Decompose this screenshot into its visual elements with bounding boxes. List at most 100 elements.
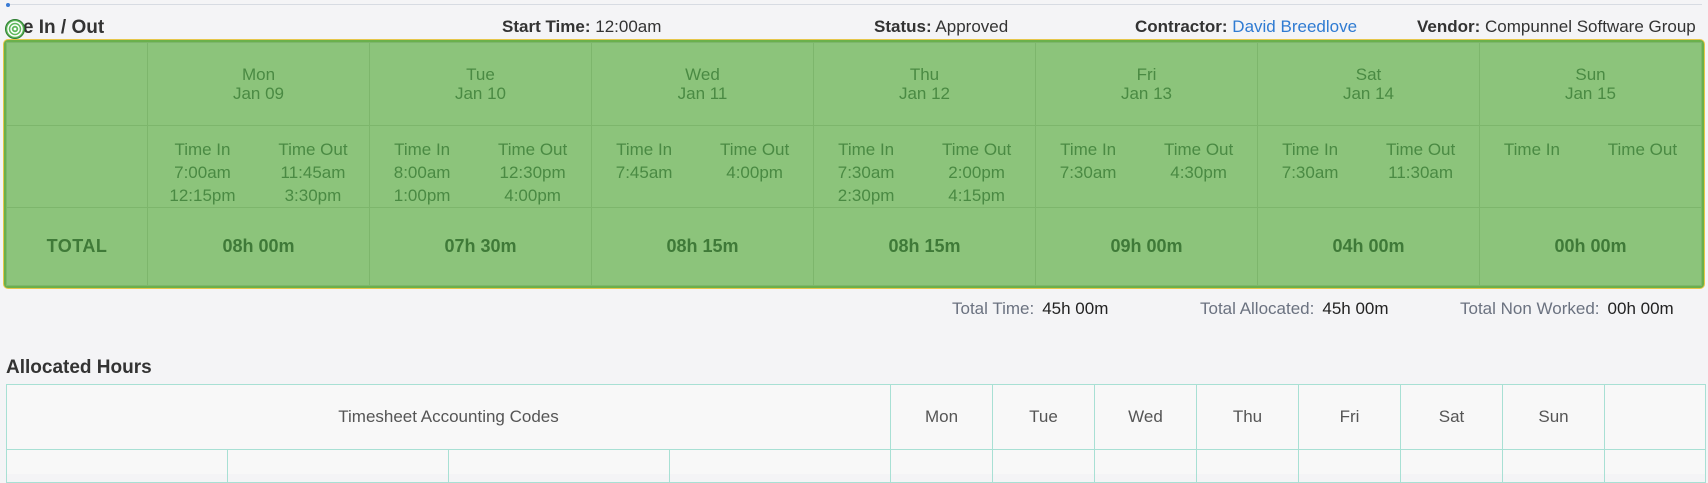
time-out-label: Time Out [497,140,568,159]
time-in-value[interactable]: 7:30am [1060,161,1117,184]
time-in-column: Time In 7:00am 12:15pm [169,138,235,207]
time-entries-thu: Time In 7:30am 2:30pm Time Out 2:00pm 4:15pm [813,125,1036,208]
day-name: Sun [1575,65,1606,84]
weekly-time-grid[interactable]: Mon Jan 09 Tue Jan 10 Wed Jan 11 Thu Jan 12 … [4,40,1704,288]
time-in-value[interactable]: 1:00pm [394,184,451,207]
corner-cell [6,42,148,126]
time-out-value[interactable]: 11:30am [1388,161,1453,184]
total-label: TOTAL [6,207,148,286]
time-entries-wed: Time In 7:45am Time Out 4:00pm [591,125,814,208]
time-in-label: Time In [174,140,231,159]
start-time-label: Start Time: [502,17,591,36]
time-in-value[interactable]: 8:00am [394,161,451,184]
contractor-link[interactable]: David Breedlove [1232,17,1357,36]
total-allocated-value: 45h 00m [1322,299,1389,318]
code-cell [448,449,670,483]
day-header-sat: Sat Jan 14 [1257,42,1480,126]
start-time: Start Time: 12:00am [502,17,661,37]
time-out-label: Time Out [719,140,790,159]
time-out-column: Time Out [1608,138,1677,161]
time-in-label: Time In [838,140,895,159]
day-total-mon: 08h 00m [147,207,370,286]
code-cell [227,449,449,483]
code-cell [669,449,891,483]
time-entries-mon: Time In 7:00am 12:15pm Time Out 11:45am 3:30p… [147,125,370,208]
time-out-label: Time Out [1385,140,1456,159]
allocated-hours-table: Timesheet Accounting Codes Mon Tue Wed T… [6,384,1706,483]
day-header-wed: Wed Jan 11 [591,42,814,126]
alloc-col-mon: Mon [890,384,993,450]
time-in-value[interactable]: 2:30pm [838,184,895,207]
alloc-cell [992,449,1095,483]
alloc-cell [1604,449,1706,483]
time-in-value[interactable]: 7:45am [616,161,673,184]
time-out-column: Time Out 11:45am 3:30pm [278,138,347,207]
allocated-subheader-row [6,449,1706,483]
top-divider [6,4,1702,5]
time-out-label: Time Out [1163,140,1234,159]
day-date: Jan 10 [454,84,507,103]
time-in-value[interactable]: 7:30am [1282,161,1339,184]
time-in-value[interactable]: 7:00am [174,161,231,184]
time-out-value[interactable]: 3:30pm [285,184,342,207]
status-label: Status: [874,17,932,36]
allocated-header-row: Timesheet Accounting Codes Mon Tue Wed T… [6,384,1706,450]
time-entries-sat: Time In 7:30am Time Out 11:30am [1257,125,1480,208]
day-name: Tue [466,65,495,84]
alloc-col-tue: Tue [992,384,1095,450]
alloc-col-sun: Sun [1502,384,1605,450]
alloc-col-thu: Thu [1196,384,1299,450]
target-icon[interactable] [5,19,25,39]
time-entries-sun: Time In Time Out [1479,125,1702,208]
time-out-column: Time Out 11:30am [1386,138,1455,184]
allocated-hours-title: Allocated Hours [6,357,152,378]
day-name: Wed [685,65,720,84]
time-entries-fri: Time In 7:30am Time Out 4:30pm [1035,125,1258,208]
alloc-col-extra [1604,384,1706,450]
status-value: Approved [935,17,1009,36]
time-out-value[interactable]: 4:00pm [726,161,783,184]
contractor-label: Contractor: [1135,17,1228,36]
total-non-worked: Total Non Worked: 00h 00m [1460,299,1674,319]
time-out-label: Time Out [278,140,348,159]
status: Status: Approved [874,17,1008,37]
timesheet-header: me In / Out Start Time: 12:00am Status: … [0,15,1708,39]
alloc-col-fri: Fri [1298,384,1401,450]
time-in-value[interactable]: 7:30am [838,161,895,184]
time-out-column: Time Out 4:00pm [720,138,789,184]
time-out-value[interactable]: 2:00pm [948,161,1005,184]
time-in-column: Time In 7:45am [616,138,673,184]
time-out-column: Time Out 4:30pm [1164,138,1233,184]
time-out-value[interactable]: 11:45am [281,161,346,184]
time-in-label: Time In [1282,140,1339,159]
day-date: Jan 14 [1342,84,1395,103]
time-in-column: Time In 7:30am 2:30pm [838,138,895,207]
day-date: Jan 15 [1564,84,1617,103]
day-header-mon: Mon Jan 09 [147,42,370,126]
alloc-cell [1094,449,1197,483]
day-name: Sat [1355,65,1382,84]
time-in-label: Time In [1503,140,1560,159]
totals-row: TOTAL 08h 00m 07h 30m 08h 15m 08h 15m 09… [6,207,1702,286]
time-entries-tue: Time In 8:00am 1:00pm Time Out 12:30pm 4:00pm [369,125,592,208]
total-time: Total Time: 45h 00m [952,299,1108,319]
alloc-cell [890,449,993,483]
day-date: Jan 11 [677,84,728,103]
total-allocated-label: Total Allocated: [1200,299,1315,318]
day-header-sun: Sun Jan 15 [1479,42,1702,126]
day-name: Mon [241,65,276,84]
time-out-value[interactable]: 12:30pm [500,161,566,184]
total-non-worked-value: 00h 00m [1607,299,1674,318]
total-non-worked-label: Total Non Worked: [1460,299,1600,318]
total-time-value: 45h 00m [1042,299,1109,318]
time-out-value[interactable]: 4:30pm [1170,161,1227,184]
alloc-cell [1400,449,1503,483]
time-out-value[interactable]: 4:00pm [504,184,561,207]
day-total-wed: 08h 15m [591,207,814,286]
times-label-cell [6,125,148,208]
day-name: Thu [909,65,940,84]
time-in-value[interactable]: 12:15pm [169,184,235,207]
code-cell [6,449,228,483]
time-out-value[interactable]: 4:15pm [948,184,1005,207]
vendor-value: Compunnel Software Group [1485,17,1696,36]
